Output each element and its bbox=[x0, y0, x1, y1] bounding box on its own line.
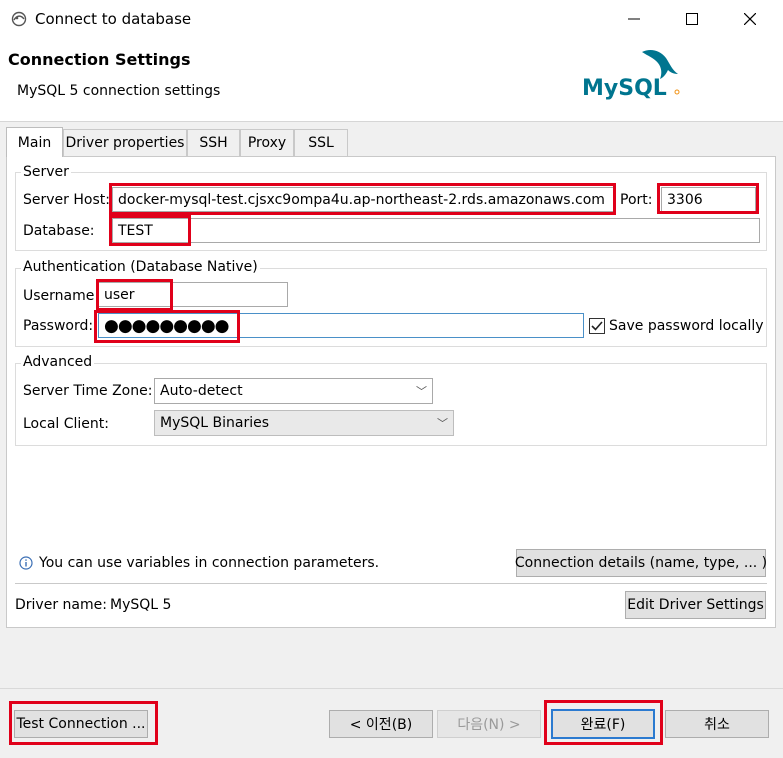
save-password-checkbox[interactable] bbox=[589, 318, 605, 334]
window-title: Connect to database bbox=[35, 10, 192, 28]
connection-details-button[interactable]: Connection details (name, type, ... ) bbox=[515, 549, 767, 577]
database-label: Database: bbox=[23, 223, 95, 239]
minimize-icon bbox=[628, 18, 640, 20]
timezone-label: Server Time Zone: bbox=[23, 383, 153, 399]
tab-ssl[interactable]: SSL bbox=[294, 129, 348, 156]
username-label: Username: bbox=[23, 288, 100, 304]
tab-main[interactable]: Main bbox=[6, 127, 63, 157]
driver-name-label: Driver name: bbox=[15, 597, 107, 613]
close-icon bbox=[744, 13, 756, 25]
password-label: Password: bbox=[23, 318, 94, 334]
test-connection-button[interactable]: Test Connection ... bbox=[14, 710, 148, 738]
next-button[interactable]: 다음(N) > bbox=[437, 710, 541, 738]
cancel-button[interactable]: 취소 bbox=[665, 710, 769, 738]
port-label: Port: bbox=[620, 192, 653, 208]
maximize-button[interactable] bbox=[669, 0, 715, 38]
footer-divider bbox=[0, 688, 783, 689]
app-icon bbox=[11, 11, 27, 27]
driver-name-value: MySQL 5 bbox=[110, 597, 172, 613]
header-subtitle: MySQL 5 connection settings bbox=[17, 83, 221, 99]
finish-button[interactable]: 완료(F) bbox=[551, 709, 655, 739]
server-legend: Server bbox=[21, 164, 71, 180]
password-input[interactable]: ●●●●●●●●● bbox=[98, 313, 584, 338]
tab-driver-properties[interactable]: Driver properties bbox=[63, 129, 187, 156]
username-input[interactable]: user bbox=[98, 282, 288, 307]
save-password-label: Save password locally bbox=[609, 318, 764, 334]
variables-info-text: You can use variables in connection para… bbox=[39, 555, 380, 571]
chevron-down-icon: ﹀ bbox=[416, 385, 427, 398]
server-host-input[interactable]: docker-mysql-test.cjsxc9ompa4u.ap-northe… bbox=[112, 187, 614, 212]
local-client-select[interactable]: MySQL Binaries ﹀ bbox=[154, 410, 454, 436]
chevron-down-icon: ﹀ bbox=[437, 417, 448, 430]
tab-proxy[interactable]: Proxy bbox=[240, 129, 294, 156]
divider bbox=[15, 583, 767, 584]
mysql-logo-text: MySQL bbox=[582, 76, 667, 101]
minimize-button[interactable] bbox=[611, 0, 657, 38]
timezone-select[interactable]: Auto-detect ﹀ bbox=[154, 378, 433, 404]
auth-legend: Authentication (Database Native) bbox=[21, 259, 260, 275]
close-button[interactable] bbox=[727, 0, 773, 38]
edit-driver-settings-button[interactable]: Edit Driver Settings bbox=[625, 591, 766, 619]
timezone-value: Auto-detect bbox=[160, 383, 243, 399]
back-button[interactable]: < 이전(B) bbox=[329, 710, 433, 738]
server-host-label: Server Host: bbox=[23, 192, 110, 208]
info-icon bbox=[19, 556, 33, 570]
mysql-logo: MySQL bbox=[580, 44, 690, 106]
database-input[interactable]: TEST bbox=[112, 218, 760, 243]
local-client-value: MySQL Binaries bbox=[160, 415, 270, 431]
maximize-icon bbox=[686, 13, 698, 25]
checkmark-icon bbox=[591, 321, 603, 331]
header-title: Connection Settings bbox=[8, 50, 191, 69]
advanced-legend: Advanced bbox=[21, 354, 95, 370]
local-client-label: Local Client: bbox=[23, 416, 109, 432]
port-input[interactable]: 3306 bbox=[661, 187, 756, 212]
tab-ssh[interactable]: SSH bbox=[187, 129, 240, 156]
